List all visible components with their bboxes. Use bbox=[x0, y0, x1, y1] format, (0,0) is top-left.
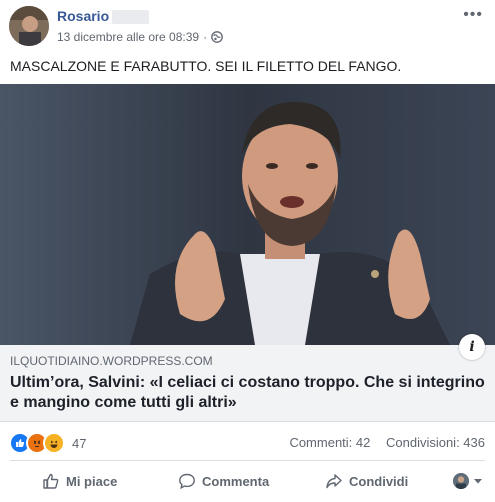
link-preview[interactable]: ILQUOTIDIAINO.WORDPRESS.COM Ultim’ora, S… bbox=[0, 345, 495, 422]
link-title[interactable]: Ultim’ora, Salvini: «I celiaci ci costan… bbox=[10, 373, 490, 413]
post-text: MASCALZONE E FARABUTTO. SEI IL FILETTO D… bbox=[10, 58, 402, 74]
user-mini-avatar bbox=[453, 473, 469, 489]
reactions-summary[interactable]: 47 bbox=[9, 432, 86, 454]
globe-icon[interactable] bbox=[211, 31, 223, 43]
comment-label: Commenta bbox=[202, 473, 270, 489]
redacted-surname bbox=[112, 10, 149, 24]
link-preview-image[interactable] bbox=[0, 84, 495, 345]
like-button[interactable]: Mi piace bbox=[42, 472, 117, 490]
info-icon[interactable]: i bbox=[459, 334, 485, 360]
post-as-selector[interactable] bbox=[453, 473, 483, 489]
meta-separator: · bbox=[203, 30, 208, 44]
share-label: Condividi bbox=[349, 473, 409, 489]
post-header: Rosario 13 dicembre alle ore 08:39 · ••• bbox=[0, 0, 495, 55]
shares-count[interactable]: Condivisioni: 436 bbox=[386, 435, 485, 450]
chevron-down-icon bbox=[474, 479, 482, 484]
post-actions: Mi piace Commenta Condividi bbox=[0, 463, 495, 499]
comments-count[interactable]: Commenti: 42 bbox=[289, 435, 370, 450]
comment-button[interactable]: Commenta bbox=[178, 472, 269, 490]
engagement-counts: Commenti: 42 Condivisioni: 436 bbox=[277, 435, 485, 450]
thumbs-up-icon bbox=[43, 473, 59, 489]
haha-icon bbox=[43, 432, 65, 454]
comment-icon bbox=[179, 473, 195, 490]
post-stats: 47 Commenti: 42 Condivisioni: 436 bbox=[0, 432, 495, 454]
post-timestamp[interactable]: 13 dicembre alle ore 08:39 bbox=[57, 30, 199, 44]
action-divider bbox=[10, 460, 485, 461]
author-name[interactable]: Rosario bbox=[57, 8, 109, 24]
post-meta: 13 dicembre alle ore 08:39 · bbox=[57, 30, 223, 44]
author-avatar[interactable] bbox=[9, 6, 49, 46]
reaction-count[interactable]: 47 bbox=[72, 436, 86, 451]
link-domain: ILQUOTIDIAINO.WORDPRESS.COM bbox=[10, 354, 213, 368]
like-label: Mi piace bbox=[66, 473, 118, 489]
share-icon bbox=[326, 474, 342, 489]
facebook-post: Rosario 13 dicembre alle ore 08:39 · •••… bbox=[0, 0, 495, 502]
more-options-button[interactable]: ••• bbox=[463, 6, 483, 24]
share-button[interactable]: Condividi bbox=[325, 472, 408, 490]
